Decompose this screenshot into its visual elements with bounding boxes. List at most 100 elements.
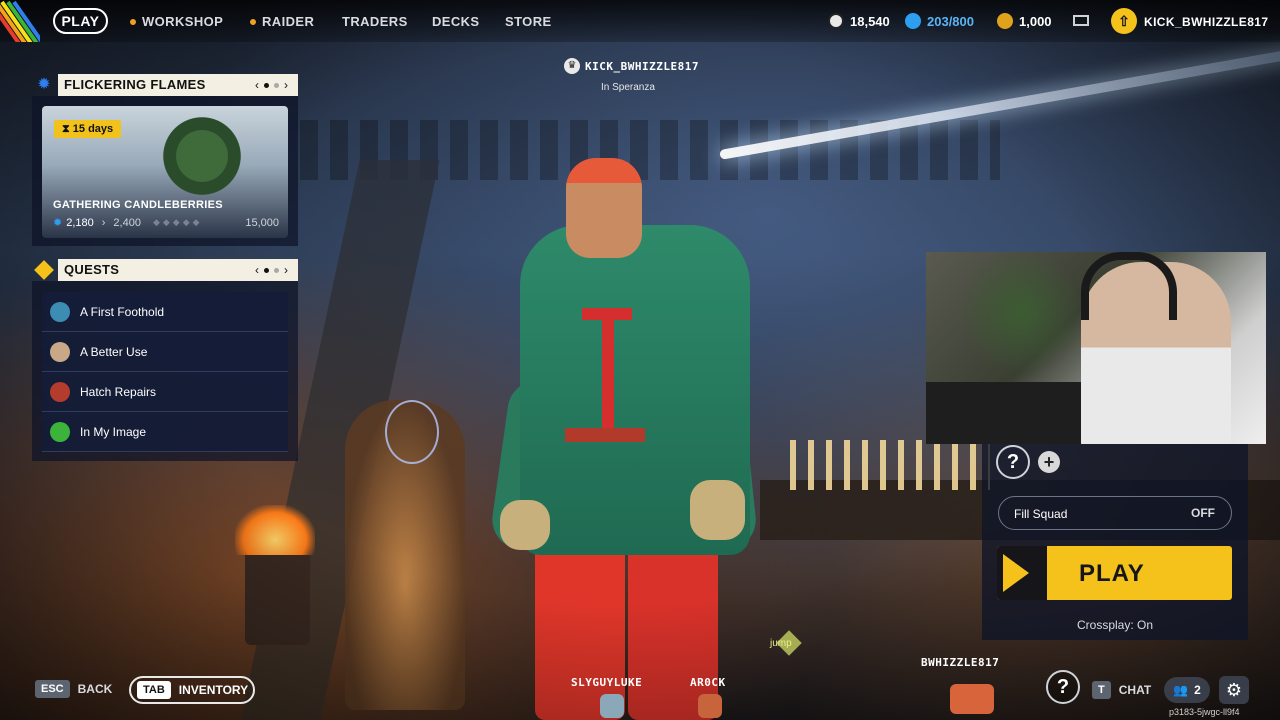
character-belt [565, 428, 645, 442]
quests-panel-header[interactable]: QUESTS ‹ › [32, 259, 298, 281]
pager-dot-active [264, 82, 269, 88]
quest-giver-avatar-icon [50, 342, 70, 362]
friends-icon: 👥 [1173, 683, 1189, 697]
days-remaining-text: 15 days [72, 123, 114, 135]
token-icon [905, 13, 921, 29]
nav-tab-raider-label: RAIDER [262, 14, 315, 29]
fill-squad-value: OFF [1191, 506, 1215, 520]
character-leg-right [628, 540, 718, 720]
streamer-webcam [926, 252, 1266, 444]
fill-squad-label: Fill Squad [1014, 507, 1068, 521]
rainbow-stripe-decoration [0, 0, 40, 42]
user-name[interactable]: KICK_BWHIZZLE817 [1144, 15, 1268, 29]
nav-tab-decks-label: DECKS [432, 14, 480, 29]
character-strap-vertical [602, 318, 614, 428]
quest-item-label: In My Image [80, 425, 147, 439]
top-nav-bar: PLAY WORKSHOP RAIDER TRADERS DECKS STORE… [0, 0, 1280, 42]
pager-dot [274, 82, 279, 88]
character-glove-left [500, 500, 550, 550]
chevron-left-icon[interactable]: ‹ [255, 263, 259, 277]
event-progress-row: ✹ 2,180 › 2,400 ◆◆◆◆◆ 15,000 [53, 216, 279, 230]
nav-tab-store-label: STORE [505, 14, 552, 29]
mail-icon[interactable] [1073, 15, 1089, 26]
pager-dot [274, 267, 279, 273]
scene-barrel [245, 545, 310, 645]
help-question-icon[interactable]: ? [1046, 670, 1080, 704]
quest-diamond-icon [32, 259, 56, 281]
days-remaining-badge: ⧗ 15 days [54, 120, 122, 138]
chevron-left-icon[interactable]: ‹ [255, 78, 259, 92]
crown-icon: ♛ [564, 58, 580, 74]
gear-small-icon: ✹ [53, 217, 63, 229]
quest-item[interactable]: A Better Use [42, 332, 288, 372]
friends-button[interactable]: 👥 2 [1164, 677, 1210, 703]
quest-list: A First Foothold A Better Use Hatch Repa… [42, 292, 288, 452]
nav-tab-traders[interactable]: TRADERS [342, 14, 408, 29]
nav-tab-store[interactable]: STORE [505, 14, 552, 29]
crossplay-status: Crossplay: On [1077, 618, 1154, 632]
notification-dot-icon [130, 18, 136, 25]
quest-item[interactable]: In My Image [42, 412, 288, 452]
chat-button[interactable]: T CHAT [1092, 681, 1151, 699]
chat-key: T [1092, 681, 1111, 699]
hourglass-icon: ⧗ [62, 123, 73, 135]
character-glove-right [690, 480, 745, 540]
currency-tokens[interactable]: 203/800 [905, 13, 974, 29]
quest-item-label: Hatch Repairs [80, 385, 157, 399]
quest-item-label: A First Foothold [80, 305, 165, 319]
back-button[interactable]: ESC BACK [35, 680, 112, 698]
event-panel-header[interactable]: ✹ FLICKERING FLAMES ‹ › [32, 74, 298, 96]
chevron-right-icon[interactable]: › [284, 263, 288, 277]
quest-giver-avatar-icon [50, 302, 70, 322]
progress-max: 15,000 [245, 216, 279, 229]
character-leg-left [535, 540, 625, 720]
inventory-button[interactable]: TAB INVENTORY [129, 676, 255, 704]
squad-member-avatar-icon [950, 684, 994, 714]
play-chevron-icon [997, 546, 1047, 600]
scene-candles [790, 440, 990, 490]
settings-gear-icon[interactable]: ⚙ [1219, 676, 1249, 704]
credits-icon [828, 13, 844, 29]
nav-tab-raider[interactable]: RAIDER [250, 14, 314, 29]
currency-credits-value: 18,540 [850, 13, 890, 29]
webcam-plant [956, 252, 1086, 372]
play-button[interactable]: PLAY [997, 546, 1232, 600]
squad-member-name: AR0CK [690, 676, 726, 689]
inventory-label: INVENTORY [178, 683, 249, 697]
friends-count: 2 [1194, 683, 1201, 697]
notification-dot-icon [250, 18, 256, 25]
fill-squad-toggle[interactable]: Fill Squad OFF [998, 496, 1232, 530]
empty-squad-slot-question-icon[interactable]: ? [996, 445, 1030, 479]
progress-diamonds-icon: ◆◆◆◆◆ [152, 217, 203, 227]
candleberry-tree-image [152, 116, 252, 196]
nav-tab-play[interactable]: PLAY [53, 8, 108, 34]
chevron-right-icon[interactable]: › [284, 78, 288, 92]
build-id: p3183-5jwgc-ll9f4 [1169, 707, 1240, 717]
nav-tab-workshop-label: WORKSHOP [142, 14, 224, 29]
squad-member-avatar-icon [698, 694, 722, 718]
event-card[interactable]: ⧗ 15 days GATHERING CANDLEBERRIES ✹ 2,18… [42, 106, 288, 238]
quests-pager[interactable]: ‹ › [255, 259, 288, 281]
quest-item[interactable]: Hatch Repairs [42, 372, 288, 412]
currency-credits[interactable]: 18,540 [828, 13, 890, 29]
pager-dot-active [264, 267, 269, 273]
back-label: BACK [77, 682, 113, 696]
add-squad-member-plus-icon[interactable]: + [1038, 451, 1060, 473]
progress-current: 2,180 [66, 216, 94, 229]
gear-icon: ✹ [37, 76, 51, 93]
esc-key: ESC [35, 680, 70, 698]
scene-fire [235, 505, 315, 555]
level-up-arrow-icon[interactable]: ⇧ [1111, 8, 1137, 34]
nav-tab-traders-label: TRADERS [342, 14, 408, 29]
quest-item[interactable]: A First Foothold [42, 292, 288, 332]
coin-icon [997, 13, 1013, 29]
jump-emote-label: jump [770, 638, 792, 649]
nav-tab-decks[interactable]: DECKS [432, 14, 480, 29]
currency-coins[interactable]: 1,000 [997, 13, 1052, 29]
quest-item-label: A Better Use [80, 345, 148, 359]
chevron-right-small-icon: › [101, 216, 106, 229]
tab-key: TAB [137, 681, 171, 699]
nav-tab-workshop[interactable]: WORKSHOP [130, 14, 223, 29]
headset-icon [1081, 252, 1177, 320]
event-pager[interactable]: ‹ › [255, 74, 288, 96]
